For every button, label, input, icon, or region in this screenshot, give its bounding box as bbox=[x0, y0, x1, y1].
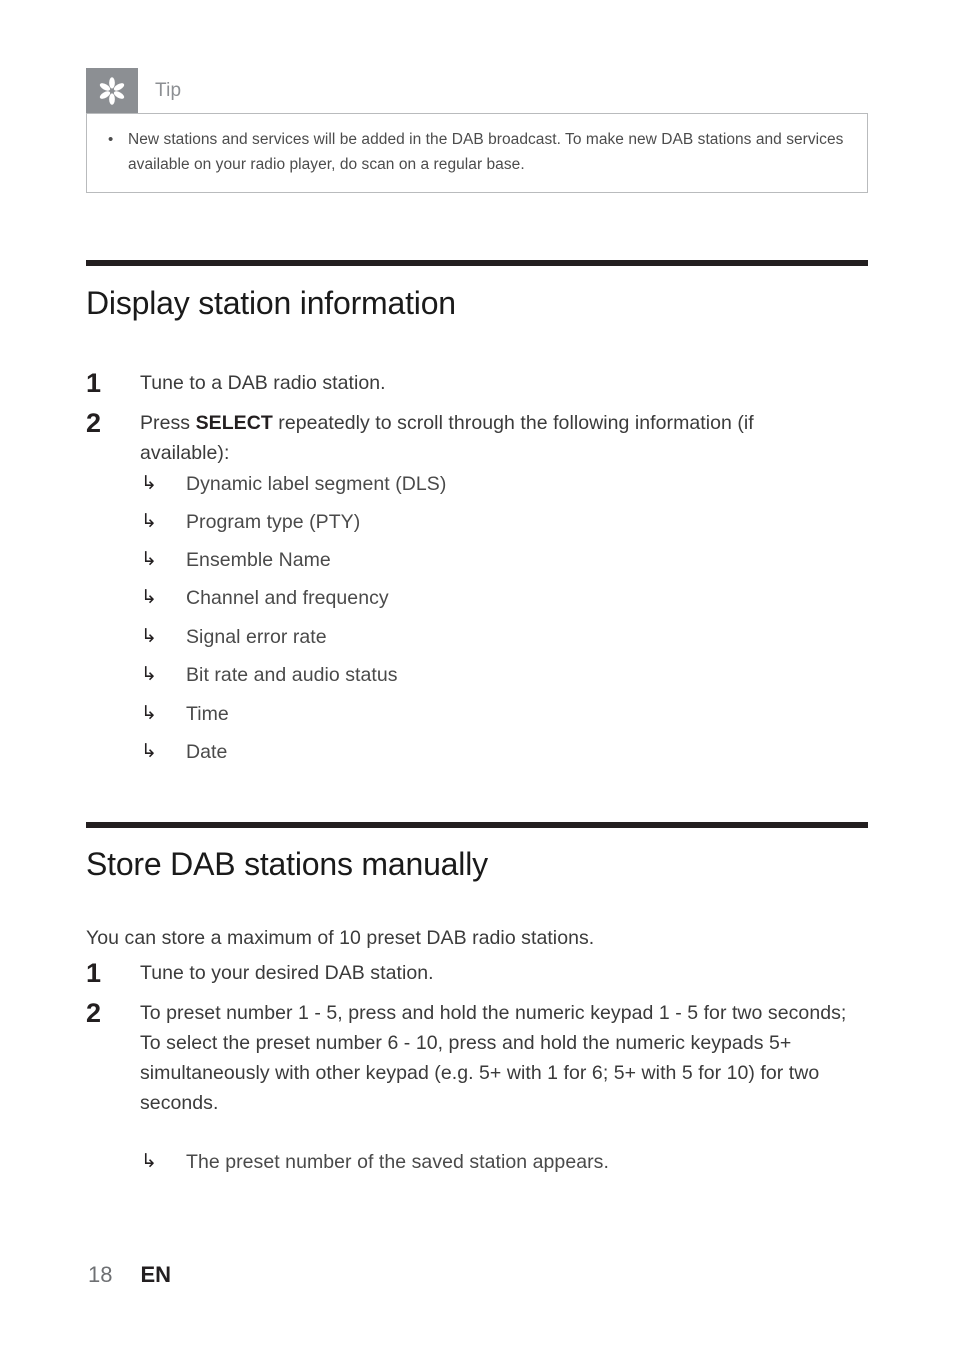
corner-arrow-icon: ↳ bbox=[141, 741, 157, 762]
step-number: 2 bbox=[86, 998, 102, 1028]
step-1-store: 1 Tune to your desired DAB station. bbox=[86, 958, 868, 988]
step-text: Tune to a DAB radio station. bbox=[140, 372, 386, 394]
step-number: 1 bbox=[86, 958, 102, 988]
list-item: ↳ Date bbox=[141, 737, 227, 767]
tip-list-item: • New stations and services will be adde… bbox=[105, 127, 849, 177]
corner-arrow-icon: ↳ bbox=[141, 587, 157, 608]
tip-item-text: New stations and services will be added … bbox=[128, 131, 844, 173]
step-2-display: 2 Press SELECT repeatedly to scroll thro… bbox=[86, 408, 816, 468]
section-rule-1 bbox=[86, 260, 868, 266]
step-text: Tune to your desired DAB station. bbox=[140, 962, 434, 984]
list-item-label: Date bbox=[186, 741, 228, 763]
manual-page: Tip • New stations and services will be … bbox=[0, 0, 954, 1350]
list-item-label: Program type (PTY) bbox=[186, 511, 361, 533]
list-item-label: Bit rate and audio status bbox=[186, 664, 398, 686]
asterisk-flower-icon bbox=[86, 68, 138, 114]
section-intro-text: You can store a maximum of 10 preset DAB… bbox=[86, 927, 595, 949]
list-item-label: Signal error rate bbox=[186, 626, 327, 648]
list-item-label: Dynamic label segment (DLS) bbox=[186, 473, 447, 495]
list-item-label: The preset number of the saved station a… bbox=[186, 1151, 609, 1173]
list-item: ↳ Time bbox=[141, 699, 229, 729]
corner-arrow-icon: ↳ bbox=[141, 703, 157, 724]
select-button-label: SELECT bbox=[195, 412, 273, 434]
list-item: ↳ Signal error rate bbox=[141, 622, 327, 652]
corner-arrow-icon: ↳ bbox=[141, 626, 157, 647]
step-number: 1 bbox=[86, 368, 102, 398]
bullet-icon: • bbox=[108, 131, 114, 148]
corner-arrow-icon: ↳ bbox=[141, 1151, 157, 1172]
list-item: ↳ Channel and frequency bbox=[141, 583, 389, 613]
list-item: ↳ Program type (PTY) bbox=[141, 507, 360, 537]
corner-arrow-icon: ↳ bbox=[141, 549, 157, 570]
tip-title: Tip bbox=[155, 80, 182, 101]
footer-page-number: 18 bbox=[88, 1262, 113, 1287]
step-text: To preset number 1 - 5, press and hold t… bbox=[140, 1002, 847, 1114]
corner-arrow-icon: ↳ bbox=[141, 473, 157, 494]
step-text-before: Press bbox=[140, 412, 196, 434]
page-title-display-station-information: Display station information bbox=[86, 285, 456, 321]
step-text: Press SELECT repeatedly to scroll throug… bbox=[140, 408, 816, 468]
footer-language-code: EN bbox=[140, 1262, 172, 1287]
corner-arrow-icon: ↳ bbox=[141, 664, 157, 685]
step-2-store: 2 To preset number 1 - 5, press and hold… bbox=[86, 998, 870, 1118]
tip-header: Tip bbox=[86, 68, 868, 114]
step-number: 2 bbox=[86, 408, 102, 438]
page-footer: 18 EN bbox=[88, 1262, 171, 1288]
tip-body: • New stations and services will be adde… bbox=[86, 113, 868, 193]
list-item-label: Time bbox=[186, 703, 229, 725]
list-item: ↳ Dynamic label segment (DLS) bbox=[141, 469, 446, 499]
list-item-label: Channel and frequency bbox=[186, 587, 389, 609]
list-item: ↳ Ensemble Name bbox=[141, 545, 331, 575]
corner-arrow-icon: ↳ bbox=[141, 511, 157, 532]
step-1-display: 1 Tune to a DAB radio station. bbox=[86, 368, 868, 398]
list-item: ↳ Bit rate and audio status bbox=[141, 660, 398, 690]
section-rule-2 bbox=[86, 822, 868, 828]
tip-callout: Tip • New stations and services will be … bbox=[86, 68, 868, 193]
page-title-store-dab-stations-manually: Store DAB stations manually bbox=[86, 846, 488, 882]
list-item-label: Ensemble Name bbox=[186, 549, 331, 571]
list-item: ↳ The preset number of the saved station… bbox=[141, 1147, 609, 1177]
